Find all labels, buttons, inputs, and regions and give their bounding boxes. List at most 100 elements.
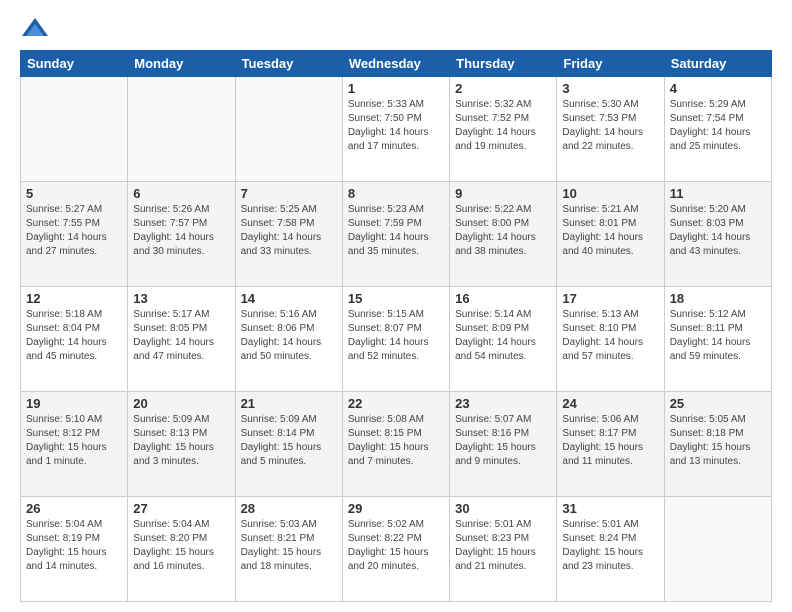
day-number: 23 bbox=[455, 396, 551, 411]
logo-icon bbox=[20, 16, 50, 40]
day-cell-9: 9 Sunrise: 5:22 AM Sunset: 8:00 PM Daylig… bbox=[450, 182, 557, 287]
col-header-saturday: Saturday bbox=[664, 51, 771, 77]
day-cell-26: 26 Sunrise: 5:04 AM Sunset: 8:19 PM Dayli… bbox=[21, 497, 128, 602]
day-info: Sunrise: 5:17 AM Sunset: 8:05 PM Dayligh… bbox=[133, 308, 229, 364]
week-row-3: 12 Sunrise: 5:18 AM Sunset: 8:04 PM Dayli… bbox=[21, 287, 772, 392]
day-info: Sunrise: 5:07 AM Sunset: 8:16 PM Dayligh… bbox=[455, 413, 551, 469]
day-number: 31 bbox=[562, 501, 658, 516]
day-cell-3: 3Sunrise: 5:30 AM Sunset: 7:53 PM Daylig… bbox=[557, 77, 664, 182]
day-number: 29 bbox=[348, 501, 444, 516]
day-cell-18: 18 Sunrise: 5:12 AM Sunset: 8:11 PM Dayli… bbox=[664, 287, 771, 392]
day-number: 9 bbox=[455, 186, 551, 201]
col-header-friday: Friday bbox=[557, 51, 664, 77]
day-info: Sunrise: 5:09 AM Sunset: 8:14 PM Dayligh… bbox=[241, 413, 337, 469]
day-cell-25: 25Sunrise: 5:05 AM Sunset: 8:18 PM Dayli… bbox=[664, 392, 771, 497]
day-number: 10 bbox=[562, 186, 658, 201]
day-number: 15 bbox=[348, 291, 444, 306]
day-info: Sunrise: 5:15 AM Sunset: 8:07 PM Dayligh… bbox=[348, 308, 444, 364]
day-info: Sunrise: 5:26 AM Sunset: 7:57 PM Dayligh… bbox=[133, 203, 229, 259]
day-info: Sunrise: 5:22 AM Sunset: 8:00 PM Dayligh… bbox=[455, 203, 551, 259]
day-number: 20 bbox=[133, 396, 229, 411]
day-info: Sunrise: 5:16 AM Sunset: 8:06 PM Dayligh… bbox=[241, 308, 337, 364]
day-number: 26 bbox=[26, 501, 122, 516]
col-header-sunday: Sunday bbox=[21, 51, 128, 77]
day-cell-24: 24 Sunrise: 5:06 AM Sunset: 8:17 PM Dayli… bbox=[557, 392, 664, 497]
day-info: Sunrise: 5:03 AM Sunset: 8:21 PM Dayligh… bbox=[241, 518, 337, 574]
empty-cell bbox=[128, 77, 235, 182]
day-cell-10: 10Sunrise: 5:21 AM Sunset: 8:01 PM Dayli… bbox=[557, 182, 664, 287]
day-info: Sunrise: 5:20 AM Sunset: 8:03 PM Dayligh… bbox=[670, 203, 766, 259]
day-info: Sunrise: 5:14 AM Sunset: 8:09 PM Dayligh… bbox=[455, 308, 551, 364]
day-cell-1: 1Sunrise: 5:33 AM Sunset: 7:50 PM Daylig… bbox=[342, 77, 449, 182]
day-cell-6: 6 Sunrise: 5:26 AM Sunset: 7:57 PM Daylig… bbox=[128, 182, 235, 287]
day-number: 30 bbox=[455, 501, 551, 516]
day-cell-8: 8Sunrise: 5:23 AM Sunset: 7:59 PM Daylig… bbox=[342, 182, 449, 287]
day-cell-21: 21Sunrise: 5:09 AM Sunset: 8:14 PM Dayli… bbox=[235, 392, 342, 497]
day-cell-12: 12 Sunrise: 5:18 AM Sunset: 8:04 PM Dayli… bbox=[21, 287, 128, 392]
week-row-2: 5 Sunrise: 5:27 AM Sunset: 7:55 PM Daylig… bbox=[21, 182, 772, 287]
day-info: Sunrise: 5:01 AM Sunset: 8:23 PM Dayligh… bbox=[455, 518, 551, 574]
day-cell-7: 7Sunrise: 5:25 AM Sunset: 7:58 PM Daylig… bbox=[235, 182, 342, 287]
day-info: Sunrise: 5:08 AM Sunset: 8:15 PM Dayligh… bbox=[348, 413, 444, 469]
empty-cell bbox=[664, 497, 771, 602]
day-number: 4 bbox=[670, 81, 766, 96]
day-cell-4: 4 Sunrise: 5:29 AM Sunset: 7:54 PM Daylig… bbox=[664, 77, 771, 182]
day-info: Sunrise: 5:10 AM Sunset: 8:12 PM Dayligh… bbox=[26, 413, 122, 469]
col-header-tuesday: Tuesday bbox=[235, 51, 342, 77]
day-cell-16: 16 Sunrise: 5:14 AM Sunset: 8:09 PM Dayli… bbox=[450, 287, 557, 392]
day-number: 17 bbox=[562, 291, 658, 306]
day-number: 18 bbox=[670, 291, 766, 306]
day-info: Sunrise: 5:29 AM Sunset: 7:54 PM Dayligh… bbox=[670, 98, 766, 154]
day-number: 12 bbox=[26, 291, 122, 306]
day-info: Sunrise: 5:32 AM Sunset: 7:52 PM Dayligh… bbox=[455, 98, 551, 154]
day-cell-23: 23 Sunrise: 5:07 AM Sunset: 8:16 PM Dayli… bbox=[450, 392, 557, 497]
col-header-wednesday: Wednesday bbox=[342, 51, 449, 77]
day-info: Sunrise: 5:04 AM Sunset: 8:19 PM Dayligh… bbox=[26, 518, 122, 574]
day-cell-27: 27 Sunrise: 5:04 AM Sunset: 8:20 PM Dayli… bbox=[128, 497, 235, 602]
day-info: Sunrise: 5:33 AM Sunset: 7:50 PM Dayligh… bbox=[348, 98, 444, 154]
day-cell-30: 30 Sunrise: 5:01 AM Sunset: 8:23 PM Dayli… bbox=[450, 497, 557, 602]
day-number: 14 bbox=[241, 291, 337, 306]
empty-cell bbox=[21, 77, 128, 182]
day-header-row: SundayMondayTuesdayWednesdayThursdayFrid… bbox=[21, 51, 772, 77]
day-info: Sunrise: 5:27 AM Sunset: 7:55 PM Dayligh… bbox=[26, 203, 122, 259]
day-info: Sunrise: 5:09 AM Sunset: 8:13 PM Dayligh… bbox=[133, 413, 229, 469]
day-cell-17: 17 Sunrise: 5:13 AM Sunset: 8:10 PM Dayli… bbox=[557, 287, 664, 392]
day-number: 28 bbox=[241, 501, 337, 516]
day-info: Sunrise: 5:30 AM Sunset: 7:53 PM Dayligh… bbox=[562, 98, 658, 154]
empty-cell bbox=[235, 77, 342, 182]
day-number: 13 bbox=[133, 291, 229, 306]
day-cell-11: 11 Sunrise: 5:20 AM Sunset: 8:03 PM Dayli… bbox=[664, 182, 771, 287]
day-info: Sunrise: 5:01 AM Sunset: 8:24 PM Dayligh… bbox=[562, 518, 658, 574]
day-info: Sunrise: 5:04 AM Sunset: 8:20 PM Dayligh… bbox=[133, 518, 229, 574]
day-cell-31: 31 Sunrise: 5:01 AM Sunset: 8:24 PM Dayli… bbox=[557, 497, 664, 602]
header bbox=[20, 16, 772, 40]
day-number: 27 bbox=[133, 501, 229, 516]
col-header-monday: Monday bbox=[128, 51, 235, 77]
day-number: 24 bbox=[562, 396, 658, 411]
day-cell-13: 13 Sunrise: 5:17 AM Sunset: 8:05 PM Dayli… bbox=[128, 287, 235, 392]
day-info: Sunrise: 5:06 AM Sunset: 8:17 PM Dayligh… bbox=[562, 413, 658, 469]
day-number: 6 bbox=[133, 186, 229, 201]
day-cell-2: 2 Sunrise: 5:32 AM Sunset: 7:52 PM Daylig… bbox=[450, 77, 557, 182]
logo bbox=[20, 16, 54, 40]
day-number: 11 bbox=[670, 186, 766, 201]
day-cell-19: 19Sunrise: 5:10 AM Sunset: 8:12 PM Dayli… bbox=[21, 392, 128, 497]
week-row-1: 1Sunrise: 5:33 AM Sunset: 7:50 PM Daylig… bbox=[21, 77, 772, 182]
day-cell-20: 20 Sunrise: 5:09 AM Sunset: 8:13 PM Dayli… bbox=[128, 392, 235, 497]
day-number: 16 bbox=[455, 291, 551, 306]
day-number: 5 bbox=[26, 186, 122, 201]
day-cell-5: 5 Sunrise: 5:27 AM Sunset: 7:55 PM Daylig… bbox=[21, 182, 128, 287]
day-number: 2 bbox=[455, 81, 551, 96]
day-info: Sunrise: 5:18 AM Sunset: 8:04 PM Dayligh… bbox=[26, 308, 122, 364]
day-cell-22: 22 Sunrise: 5:08 AM Sunset: 8:15 PM Dayli… bbox=[342, 392, 449, 497]
day-info: Sunrise: 5:12 AM Sunset: 8:11 PM Dayligh… bbox=[670, 308, 766, 364]
day-info: Sunrise: 5:13 AM Sunset: 8:10 PM Dayligh… bbox=[562, 308, 658, 364]
day-number: 8 bbox=[348, 186, 444, 201]
page: SundayMondayTuesdayWednesdayThursdayFrid… bbox=[0, 0, 792, 612]
day-info: Sunrise: 5:25 AM Sunset: 7:58 PM Dayligh… bbox=[241, 203, 337, 259]
day-cell-28: 28 Sunrise: 5:03 AM Sunset: 8:21 PM Dayli… bbox=[235, 497, 342, 602]
day-number: 22 bbox=[348, 396, 444, 411]
day-cell-14: 14 Sunrise: 5:16 AM Sunset: 8:06 PM Dayli… bbox=[235, 287, 342, 392]
day-info: Sunrise: 5:02 AM Sunset: 8:22 PM Dayligh… bbox=[348, 518, 444, 574]
